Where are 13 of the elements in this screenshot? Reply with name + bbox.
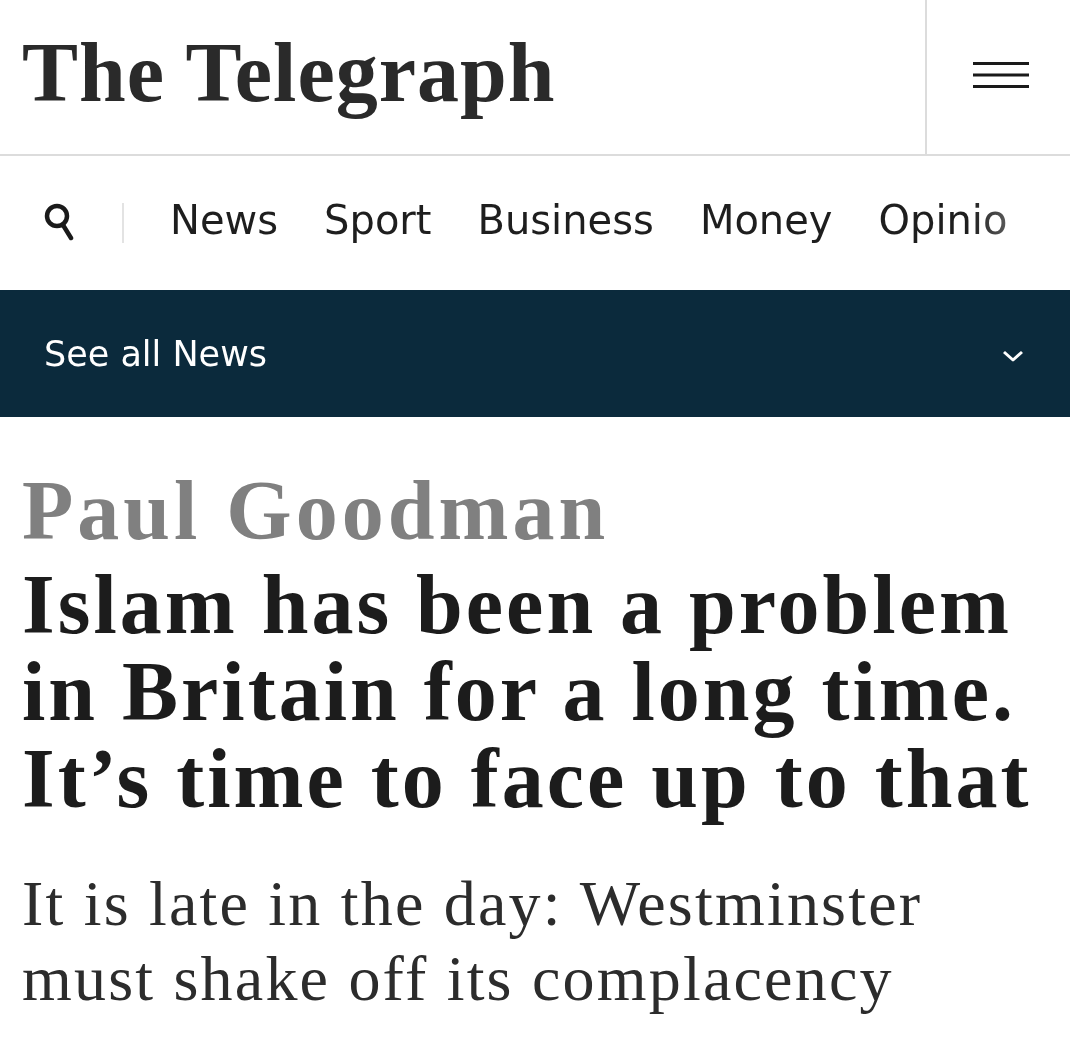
nav-link[interactable]: Sport (324, 195, 432, 251)
nav-link[interactable]: Opinio (878, 195, 1008, 251)
article-standfirst: It is late in the day: Westminster must shake off its complacency (22, 867, 924, 1017)
section-dropdown[interactable]: See all News (0, 290, 1070, 417)
article-headline: Islam has been a problem in Britain for a long time. It’s time to face up to that (22, 561, 1033, 823)
author-byline: Paul Goodman (22, 467, 611, 556)
menu-icon (972, 62, 1029, 88)
logo[interactable]: The Telegraph (22, 31, 556, 123)
nav-link[interactable]: Business (477, 195, 654, 251)
chevron-down-icon (1002, 350, 1024, 363)
nav-link[interactable]: News (170, 195, 279, 251)
search-icon[interactable] (44, 203, 74, 241)
nav-link[interactable]: Money (699, 195, 833, 251)
